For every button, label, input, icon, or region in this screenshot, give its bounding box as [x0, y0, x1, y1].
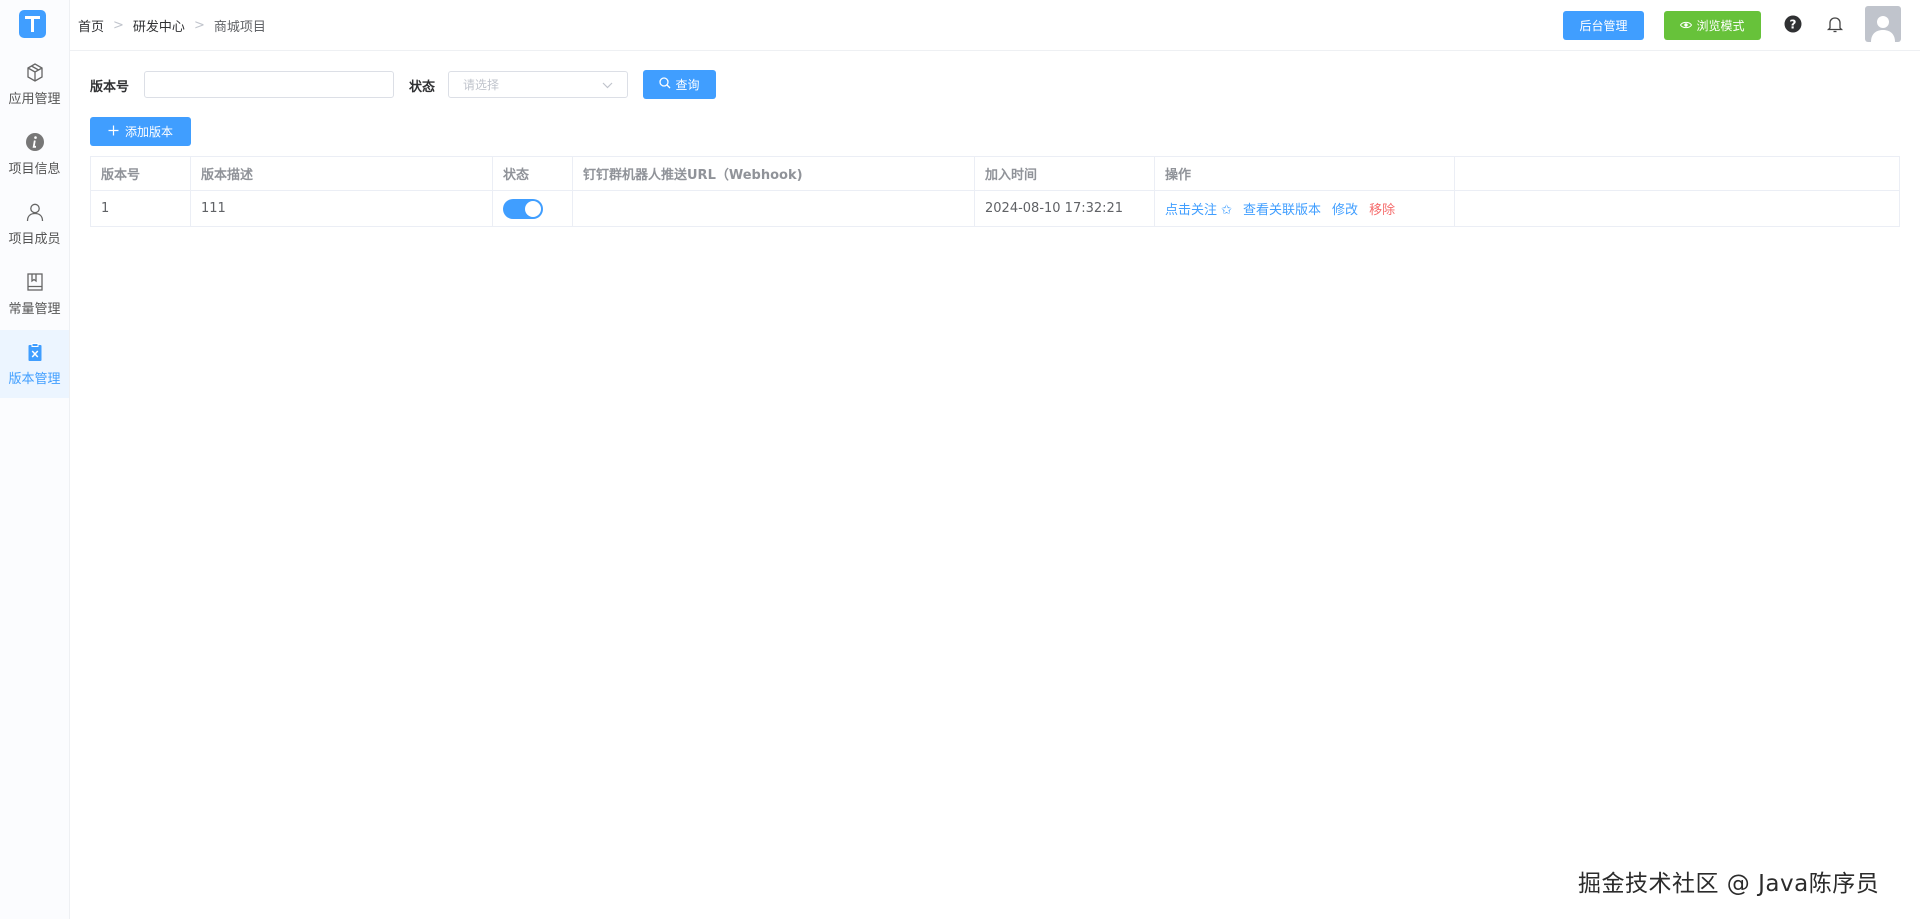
breadcrumb-current: 商城项目: [213, 20, 266, 35]
table-header-row: 版本号 版本描述 状态 钉钉群机器人推送URL（Webhook) 加入时间 操作: [91, 157, 1899, 191]
sidebar-item-version-management[interactable]: 版本管理: [0, 330, 69, 398]
query-button-label: 查询: [675, 78, 700, 92]
sidebar-item-constants[interactable]: 常量管理: [0, 260, 69, 328]
user-icon: [24, 201, 46, 223]
watermark: 掘金技术社区 @ Java陈序员: [1578, 871, 1880, 897]
cell-webhook: [573, 191, 975, 226]
box-icon: [24, 61, 46, 83]
column-header-status: 状态: [493, 157, 573, 190]
cell-actions: 点击关注 ✩ 查看关联版本 修改 移除: [1155, 191, 1455, 226]
eye-icon: [1680, 19, 1693, 33]
version-table: 版本号 版本描述 状态 钉钉群机器人推送URL（Webhook) 加入时间 操作…: [90, 156, 1900, 227]
column-header-filler: [1455, 157, 1899, 190]
breadcrumb-rd-center[interactable]: 研发中心: [133, 16, 185, 35]
top-header: 首页 > 研发中心 > 商城项目 后台管理 浏览模式 ?: [70, 0, 1920, 51]
bell-icon[interactable]: [1825, 14, 1845, 34]
browse-button-label: 浏览模式: [1696, 19, 1745, 33]
sidebar: 应用管理 项目信息 项目成员 常量管理 版本管理: [0, 0, 70, 919]
column-header-webhook: 钉钉群机器人推送URL（Webhook): [573, 157, 975, 190]
status-filter-label: 状态: [409, 80, 436, 95]
plus-icon: [108, 125, 119, 139]
chevron-right-icon: >: [113, 18, 124, 33]
info-icon: [24, 131, 46, 153]
sidebar-item-label: 应用管理: [8, 92, 61, 107]
table-row: 1 111 2024-08-10 17:32:21 点击关注 ✩ 查看关联版本 …: [91, 191, 1899, 226]
status-toggle[interactable]: [503, 198, 543, 219]
avatar[interactable]: [1865, 6, 1901, 42]
sidebar-item-project-members[interactable]: 项目成员: [0, 190, 69, 258]
browse-mode-button[interactable]: 浏览模式: [1664, 11, 1761, 40]
version-filter-label: 版本号: [90, 80, 130, 95]
cell-description: 111: [191, 191, 493, 226]
column-header-version: 版本号: [91, 157, 191, 190]
sidebar-item-label: 常量管理: [8, 302, 61, 317]
help-icon[interactable]: ?: [1783, 14, 1803, 34]
remove-link[interactable]: 移除: [1369, 199, 1395, 218]
column-header-actions: 操作: [1155, 157, 1455, 190]
view-related-versions-link[interactable]: 查看关联版本: [1243, 199, 1321, 218]
column-header-description: 版本描述: [191, 157, 493, 190]
breadcrumb: 首页 > 研发中心 > 商城项目: [78, 16, 266, 35]
cell-time: 2024-08-10 17:32:21: [975, 191, 1155, 226]
query-button[interactable]: 查询: [643, 70, 716, 99]
breadcrumb-home[interactable]: 首页: [78, 16, 104, 35]
status-select-placeholder: 请选择: [463, 78, 500, 92]
cell-filler: [1455, 191, 1899, 226]
admin-button-label: 后台管理: [1579, 19, 1628, 33]
admin-button[interactable]: 后台管理: [1563, 11, 1644, 40]
clipboard-icon: [24, 341, 46, 363]
search-icon: [659, 77, 671, 92]
edit-link[interactable]: 修改: [1332, 199, 1358, 218]
chevron-right-icon: >: [193, 18, 205, 33]
follow-link[interactable]: 点击关注 ✩: [1165, 199, 1232, 218]
sidebar-item-label: 项目信息: [8, 162, 61, 177]
chevron-down-icon: [602, 78, 613, 92]
sidebar-item-app-management[interactable]: 应用管理: [0, 50, 69, 118]
status-select[interactable]: 请选择: [448, 71, 628, 98]
cell-status: [493, 191, 573, 226]
version-input[interactable]: [144, 71, 394, 98]
sidebar-item-label: 项目成员: [8, 232, 61, 247]
cell-version: 1: [91, 191, 191, 226]
column-header-time: 加入时间: [975, 157, 1155, 190]
app-logo[interactable]: [19, 10, 46, 38]
sidebar-item-label: 版本管理: [8, 372, 61, 387]
book-icon: [24, 271, 46, 293]
add-version-label: 添加版本: [124, 125, 173, 139]
sidebar-item-project-info[interactable]: 项目信息: [0, 120, 69, 188]
svg-text:?: ?: [1790, 17, 1797, 31]
add-version-button[interactable]: 添加版本: [90, 117, 191, 146]
